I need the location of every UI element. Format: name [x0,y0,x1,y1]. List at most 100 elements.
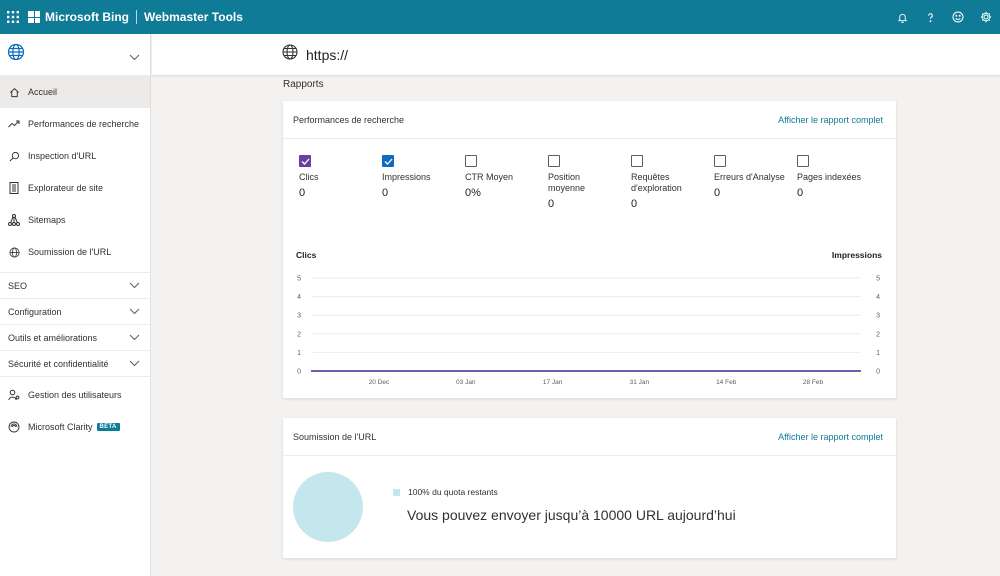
metric-label: Pages indexées [797,172,862,182]
quota-message: Vous pouvez envoyer jusqu’à 10000 URL au… [407,507,736,523]
sidebar-group-label: Configuration [8,306,62,317]
y-tick-label-left: 0 [297,369,301,376]
sidebar-item-label: Performances de recherche [28,119,140,129]
card-title: Soumission de l'URL [293,431,377,442]
performance-chart: Clics Impressions 5 5 4 4 3 3 2 2 1 1 0 0 20 Dec 03 J… [283,247,896,397]
y-tick-label-left: 5 [297,276,301,283]
metric-crawl-errors[interactable]: Erreurs d'Analyse 0 [714,155,794,199]
card-header: Soumission de l'URL Afficher le rapport … [283,418,896,456]
sidebar-item-search-performance[interactable]: Performances de recherche [0,108,150,140]
sitemap-icon [8,214,20,226]
beta-badge: BÊTA [96,423,120,431]
y-tick-label-right: 4 [876,294,880,301]
x-tick-label: 20 Dec [369,379,390,386]
view-full-report-link[interactable]: Afficher le rapport complet [778,115,883,125]
chevron-down-icon [129,359,140,369]
metric-value: 0 [631,198,638,210]
sidebar-group-seo[interactable]: SEO [0,272,150,298]
y-tick-label-left: 3 [297,313,301,320]
feedback-smiley-icon[interactable] [944,0,972,34]
x-tick-label: 17 Jan [543,379,563,386]
x-tick-label: 14 Feb [716,379,737,386]
x-tick-label: 28 Feb [803,379,824,386]
metric-value: 0 [797,187,804,199]
sidebar-item-home[interactable]: Accueil [0,76,150,108]
metric-checkbox[interactable] [465,155,477,167]
legend-swatch [393,489,400,496]
metric-value: 0 [382,187,389,199]
chart-plot: 5 5 4 4 3 3 2 2 1 1 0 0 20 Dec 03 Jan 17 Jan 31 Jan 14 F… [297,276,880,387]
sidebar-group-security[interactable]: Sécurité et confidentialité [0,350,150,376]
metric-clicks[interactable]: Clics 0 [299,155,379,199]
globe-icon [282,44,298,65]
y-tick-label-right: 2 [876,331,880,338]
site-picker[interactable] [0,34,150,76]
url-submission-card: Soumission de l'URL Afficher le rapport … [283,418,896,558]
sidebar-item-url-submission[interactable]: Soumission de l'URL [0,236,150,268]
metric-checkbox[interactable] [714,155,726,167]
metric-label: Requêtes d'exploration [631,172,682,193]
card-title: Performances de recherche [293,114,405,125]
globe-icon [8,246,20,258]
y-tick-label-right: 3 [876,313,880,320]
divider [0,376,150,377]
site-url-header: https:// [152,34,1000,76]
metric-label: Clics [299,172,319,182]
sidebar-item-user-management[interactable]: Gestion des utilisateurs [0,379,150,411]
sidebar-item-microsoft-clarity[interactable]: Microsoft Clarity BÊTA [0,411,150,443]
metric-ctr[interactable]: CTR Moyen 0% [465,155,545,199]
waffle-icon[interactable] [0,0,26,34]
sidebar-group-label: Sécurité et confidentialité [8,358,109,369]
sidebar-group-configuration[interactable]: Configuration [0,298,150,324]
microsoft-logo[interactable]: Microsoft Bing [28,10,129,24]
bell-icon[interactable] [888,0,916,34]
quota-pie-chart [293,472,363,542]
sidebar-item-url-inspection[interactable]: Inspection d'URL [0,140,150,172]
metric-indexed-pages[interactable]: Pages indexées 0 [797,155,877,199]
metric-value: 0 [548,198,555,210]
metric-label: Erreurs d'Analyse [714,172,785,182]
clarity-icon [8,421,20,433]
x-tick-label: 03 Jan [456,379,476,386]
metric-label: Position moyenne [548,172,586,193]
metric-crawl-requests[interactable]: Requêtes d'exploration 0 [631,155,695,210]
quota-legend: 100% du quota restants [408,487,498,497]
chevron-down-icon [129,307,140,317]
y-tick-label-right: 0 [876,369,880,376]
section-title: Rapports [283,79,324,90]
help-icon[interactable] [916,0,944,34]
sidebar-item-label: Gestion des utilisateurs [28,390,122,400]
metric-checkbox[interactable] [548,155,560,167]
sidebar-item-site-explorer[interactable]: Explorateur de site [0,172,150,204]
y-tick-label-right: 5 [876,276,880,283]
metric-impressions[interactable]: Impressions 0 [382,155,462,199]
metric-checkbox[interactable] [299,155,311,167]
product-name[interactable]: Webmaster Tools [144,10,243,24]
gear-icon[interactable] [972,0,1000,34]
chevron-down-icon [129,281,140,291]
metric-checkbox[interactable] [631,155,643,167]
y-tick-label-left: 1 [297,350,301,357]
brand-name: Microsoft Bing [45,10,129,24]
metric-avg-position[interactable]: Position moyenne 0 [548,155,608,210]
sidebar-item-sitemaps[interactable]: Sitemaps [0,204,150,236]
performance-card: Performances de recherche Afficher le ra… [283,101,896,398]
metric-label: Impressions [382,172,431,182]
home-icon [8,86,20,98]
sidebar-item-label: Inspection d'URL [28,151,97,161]
view-full-report-link[interactable]: Afficher le rapport complet [778,432,883,442]
brand-separator [136,10,137,24]
site-url: https:// [306,46,349,63]
x-tick-label: 31 Jan [630,379,650,386]
chevron-down-icon[interactable] [129,48,140,66]
metric-checkbox[interactable] [382,155,394,167]
sidebar-item-label: Explorateur de site [28,183,104,193]
metric-checkbox[interactable] [797,155,809,167]
globe-icon [7,43,25,66]
metric-value: 0 [299,187,306,199]
card-header: Performances de recherche Afficher le ra… [283,101,896,139]
metric-value: 0% [465,187,481,199]
sidebar-group-tools[interactable]: Outils et améliorations [0,324,150,350]
top-bar: Microsoft Bing Webmaster Tools [0,0,1000,34]
chevron-down-icon [129,333,140,343]
